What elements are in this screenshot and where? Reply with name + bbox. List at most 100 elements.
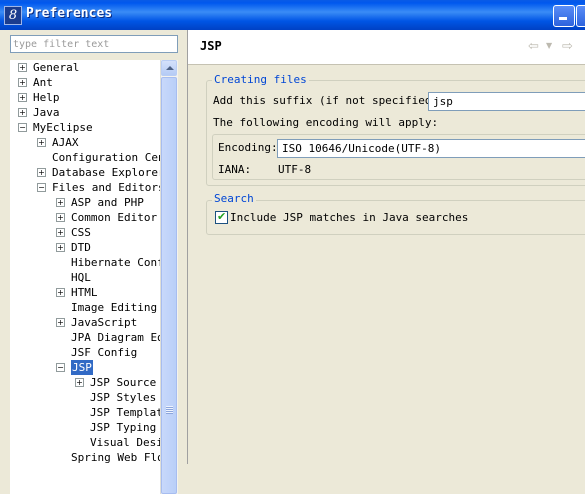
tree-item-java[interactable]: + Java	[10, 105, 160, 120]
tree-item-javascript[interactable]: + JavaScript	[10, 315, 160, 330]
tree-item-label: Configuration Cent	[52, 151, 160, 164]
tree-item-label: Java	[33, 106, 60, 119]
minimize-button[interactable]	[553, 5, 575, 27]
collapse-icon[interactable]: −	[37, 183, 46, 192]
preference-navigation-pane: +General+Ant+Help+Java−MyEclipse+AJAXCon…	[0, 30, 187, 494]
expand-icon[interactable]: +	[56, 198, 65, 207]
expand-icon[interactable]: +	[18, 78, 27, 87]
tree-item-configuration-cent[interactable]: Configuration Cent	[10, 150, 160, 165]
tree-item-label: JSP Source	[90, 376, 157, 389]
history-dropdown-icon[interactable]: ▼	[546, 41, 552, 50]
tree-item-myeclipse[interactable]: − MyEclipse	[10, 120, 160, 135]
tree-item-general[interactable]: + General	[10, 60, 160, 75]
tree-item-files-and-editors[interactable]: − Files and Editors	[10, 180, 160, 195]
creating-files-label: Creating files	[212, 73, 309, 86]
expand-icon[interactable]: +	[56, 228, 65, 237]
checkmark-icon: ✔	[217, 210, 227, 223]
scroll-up-arrow-icon[interactable]	[161, 60, 177, 76]
maximize-button[interactable]	[576, 5, 585, 27]
tree-item-database-explorer[interactable]: + Database Explorer	[10, 165, 160, 180]
tree-item-common-editor-p[interactable]: + Common Editor P	[10, 210, 160, 225]
tree-item-jsp-template[interactable]: JSP Template	[10, 405, 160, 420]
tree-item-label: HQL	[71, 271, 91, 284]
tree-item-label: Spring Web Flov	[71, 451, 160, 464]
expand-icon[interactable]: +	[56, 243, 65, 252]
expand-icon[interactable]: +	[56, 288, 65, 297]
filter-input[interactable]	[10, 35, 178, 53]
window-title: Preferences	[26, 6, 113, 21]
tree-item-asp-and-php[interactable]: + ASP and PHP	[10, 195, 160, 210]
tree-item-jsp-source[interactable]: + JSP Source	[10, 375, 160, 390]
tree-item-jsp-styles[interactable]: JSP Styles	[10, 390, 160, 405]
iana-value: UTF-8	[278, 163, 312, 176]
tree-item-label: Files and Editors	[52, 181, 160, 194]
expand-icon[interactable]: +	[18, 93, 27, 102]
tree-item-label: JSP Styles	[90, 391, 157, 404]
page-header: JSP ⇦ ▼ ⇨	[188, 30, 585, 65]
tree-item-html[interactable]: + HTML	[10, 285, 160, 300]
expand-icon[interactable]: +	[18, 108, 27, 117]
expand-icon[interactable]: +	[18, 63, 27, 72]
grip-icon	[166, 406, 173, 414]
tree-item-label: HTML	[71, 286, 98, 299]
collapse-icon[interactable]: −	[18, 123, 27, 132]
suffix-label: Add this suffix (if not specified):	[213, 94, 445, 107]
tree-item-visual-desi[interactable]: Visual Desi	[10, 435, 160, 450]
tree-item-image-editing[interactable]: Image Editing	[10, 300, 160, 315]
tree-item-label: Help	[33, 91, 60, 104]
expand-icon[interactable]: +	[37, 138, 46, 147]
tree-vertical-scrollbar[interactable]	[160, 60, 178, 494]
minimize-icon	[559, 17, 567, 20]
expand-icon[interactable]: +	[56, 213, 65, 222]
collapse-icon[interactable]: −	[56, 363, 65, 372]
tree-item-label: General	[33, 61, 80, 74]
tree-item-label: Image Editing	[71, 301, 158, 314]
search-group-label: Search	[212, 192, 256, 205]
encoding-note: The following encoding will apply:	[213, 116, 439, 129]
preference-tree: + General + Ant + Help + Java − MyEclipse + AJAX Con…	[10, 60, 160, 494]
tree-item-label: JSP	[71, 360, 93, 375]
tree-item-label: Visual Desi	[90, 436, 160, 449]
expand-icon[interactable]: +	[75, 378, 84, 387]
tree-item-ajax[interactable]: + AJAX	[10, 135, 160, 150]
include-jsp-label[interactable]: Include JSP matches in Java searches	[230, 211, 468, 224]
tree-item-hibernate-confi[interactable]: Hibernate Confi	[10, 255, 160, 270]
tree-item-ant[interactable]: + Ant	[10, 75, 160, 90]
tree-item-label: Common Editor P	[71, 211, 160, 224]
eclipse-8-icon: 8	[4, 6, 22, 25]
forward-arrow-icon[interactable]: ⇨	[562, 39, 573, 54]
page-title: JSP	[200, 39, 222, 53]
tree-item-jsp-typing[interactable]: JSP Typing	[10, 420, 160, 435]
tree-item-hql[interactable]: HQL	[10, 270, 160, 285]
tree-item-label: AJAX	[52, 136, 79, 149]
encoding-label: Encoding:	[218, 141, 278, 154]
tree-item-label: JPA Diagram Edi	[71, 331, 160, 344]
tree-item-label: MyEclipse	[33, 121, 93, 134]
title-bar[interactable]: 8 Preferences	[0, 0, 585, 30]
encoding-select[interactable]: ISO 10646/Unicode(UTF-8)	[277, 139, 585, 158]
suffix-field[interactable]: jsp	[428, 92, 585, 111]
tree-item-label: JSP Template	[90, 406, 160, 419]
tree-item-dtd[interactable]: + DTD	[10, 240, 160, 255]
tree-item-help[interactable]: + Help	[10, 90, 160, 105]
tree-item-jsf-config[interactable]: JSF Config	[10, 345, 160, 360]
tree-item-label: JavaScript	[71, 316, 138, 329]
tree-item-label: Hibernate Confi	[71, 256, 160, 269]
include-jsp-checkbox[interactable]: ✔	[215, 210, 228, 224]
tree-item-jpa-diagram-edi[interactable]: JPA Diagram Edi	[10, 330, 160, 345]
tree-item-label: Ant	[33, 76, 53, 89]
tree-item-spring-web-flov[interactable]: Spring Web Flov	[10, 450, 160, 465]
back-arrow-icon[interactable]: ⇦	[528, 39, 539, 54]
tree-item-label: JSP Typing	[90, 421, 157, 434]
expand-icon[interactable]: +	[56, 318, 65, 327]
tree-item-jsp[interactable]: − JSP	[10, 360, 160, 375]
expand-icon[interactable]: +	[37, 168, 46, 177]
tree-item-label: CSS	[71, 226, 91, 239]
scrollbar-thumb[interactable]	[161, 77, 177, 494]
iana-label: IANA:	[218, 163, 252, 176]
tree-item-label: DTD	[71, 241, 91, 254]
tree-item-css[interactable]: + CSS	[10, 225, 160, 240]
tree-item-label: Database Explorer	[52, 166, 160, 179]
tree-item-label: ASP and PHP	[71, 196, 144, 209]
tree-item-label: JSF Config	[71, 346, 138, 359]
